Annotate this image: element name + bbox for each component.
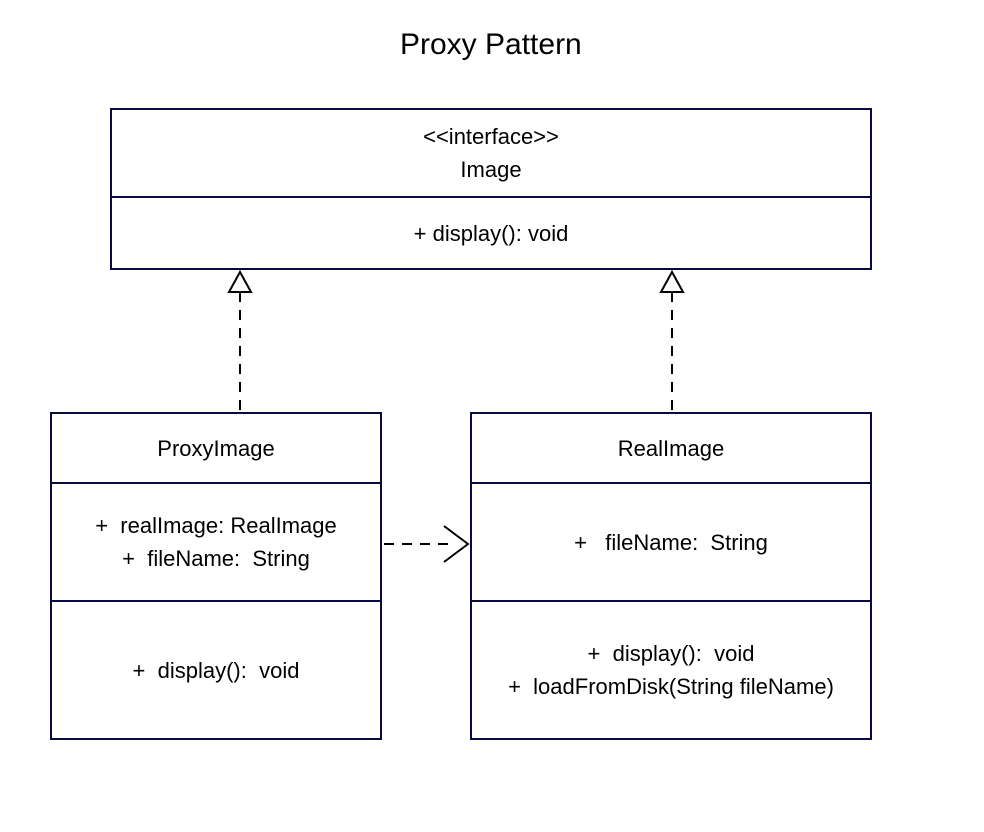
uml-stereotype: <<interface>>	[423, 120, 559, 153]
uml-attribute: + fileName: String	[122, 542, 310, 575]
uml-class-interface-image: <<interface>> Image + display(): void	[110, 108, 872, 270]
uml-method: + loadFromDisk(String fileName)	[508, 670, 834, 703]
uml-attributes: + realImage: RealImage + fileName: Strin…	[52, 484, 380, 602]
diagram-title: Proxy Pattern	[400, 28, 582, 62]
realization-proxy-to-interface	[229, 272, 251, 412]
uml-class-proxyimage: ProxyImage + realImage: RealImage + file…	[50, 412, 382, 740]
uml-attribute: + realImage: RealImage	[95, 509, 337, 542]
diagram-canvas: Proxy Pattern <<interface>> Image + disp…	[0, 0, 984, 832]
dependency-proxy-to-real	[384, 526, 468, 562]
uml-methods: + display(): void + loadFromDisk(String …	[472, 602, 870, 738]
uml-header: ProxyImage	[52, 414, 380, 484]
uml-class-realimage: RealImage + fileName: String + display()…	[470, 412, 872, 740]
uml-methods: + display(): void	[52, 602, 380, 738]
uml-header: <<interface>> Image	[112, 110, 870, 198]
uml-method: + display(): void	[133, 654, 300, 687]
uml-method: + display(): void	[588, 637, 755, 670]
realization-real-to-interface	[661, 272, 683, 412]
uml-attribute: + fileName: String	[574, 526, 768, 559]
uml-attributes: + fileName: String	[472, 484, 870, 602]
uml-methods: + display(): void	[112, 198, 870, 268]
uml-method: + display(): void	[414, 217, 569, 250]
uml-header: RealImage	[472, 414, 870, 484]
uml-class-name: ProxyImage	[157, 432, 274, 465]
uml-class-name: RealImage	[618, 432, 724, 465]
uml-class-name: Image	[460, 153, 521, 186]
